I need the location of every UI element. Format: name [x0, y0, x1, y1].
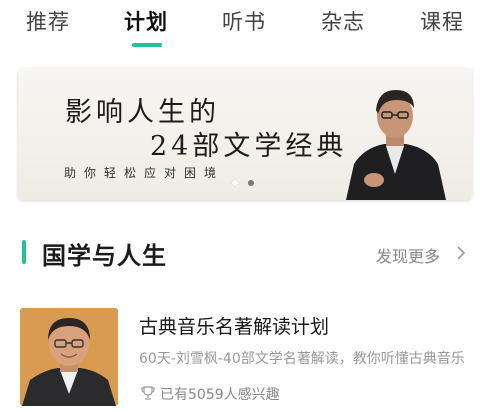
promo-banner[interactable]: 影响人生的 24部文学经典 助你轻松应对困境 [18, 68, 472, 200]
carousel-dot[interactable] [248, 180, 254, 186]
tab-magazine[interactable]: 杂志 [321, 6, 365, 36]
tab-plan[interactable]: 计划 [124, 6, 168, 36]
section-accent-bar [22, 240, 26, 264]
tab-audiobook[interactable]: 听书 [222, 6, 266, 36]
trophy-icon [141, 386, 155, 400]
item-description: 60天-刘雪枫-40部文学名著解读，教你听懂古典音乐 [139, 351, 465, 367]
top-tab-bar: 推荐 计划 听书 杂志 课程 [0, 0, 480, 52]
carousel-dot-active[interactable] [232, 180, 238, 186]
banner-headline-2: 24部文学经典 [150, 131, 348, 162]
discover-more-link[interactable]: 发现更多 [376, 243, 440, 267]
tab-recommend[interactable]: 推荐 [26, 6, 70, 36]
banner-portrait-image [346, 90, 446, 200]
tab-course[interactable]: 课程 [420, 6, 464, 36]
item-thumbnail [20, 308, 118, 406]
list-item[interactable]: 古典音乐名著解读计划 60天-刘雪枫-40部文学名著解读，教你听懂古典音乐 已有… [0, 300, 480, 412]
active-tab-indicator [132, 43, 162, 47]
item-title: 古典音乐名著解读计划 [139, 316, 330, 338]
banner-subtitle: 助你轻松应对困境 [64, 166, 225, 180]
section-title: 国学与人生 [42, 242, 167, 270]
item-interest-count: 已有5059人感兴趣 [160, 387, 280, 403]
chevron-right-icon[interactable] [454, 246, 468, 260]
